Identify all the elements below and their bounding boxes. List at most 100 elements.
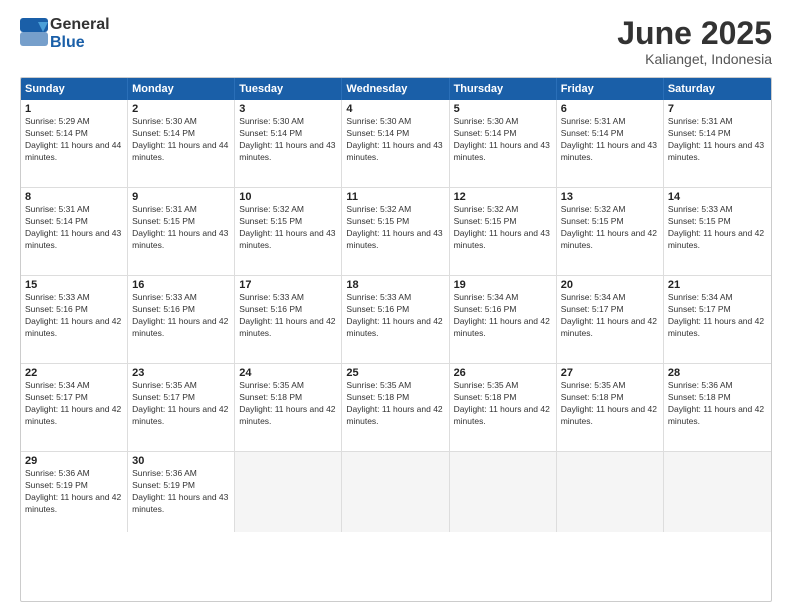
- day-5: 5Sunrise: 5:30 AMSunset: 5:14 PMDaylight…: [450, 100, 557, 187]
- day-info-12: Sunrise: 5:32 AMSunset: 5:15 PMDaylight:…: [454, 204, 552, 252]
- day-11: 11Sunrise: 5:32 AMSunset: 5:15 PMDayligh…: [342, 188, 449, 275]
- day-num-1: 1: [25, 103, 123, 115]
- day-28: 28Sunrise: 5:36 AMSunset: 5:18 PMDayligh…: [664, 364, 771, 451]
- day-info-6: Sunrise: 5:31 AMSunset: 5:14 PMDaylight:…: [561, 116, 659, 164]
- day-num-28: 28: [668, 367, 767, 379]
- day-10: 10Sunrise: 5:32 AMSunset: 5:15 PMDayligh…: [235, 188, 342, 275]
- header-wednesday: Wednesday: [342, 78, 449, 100]
- day-info-15: Sunrise: 5:33 AMSunset: 5:16 PMDaylight:…: [25, 292, 123, 340]
- day-29: 29Sunrise: 5:36 AMSunset: 5:19 PMDayligh…: [21, 452, 128, 532]
- logo-general: General: [50, 16, 110, 33]
- header-monday: Monday: [128, 78, 235, 100]
- day-info-22: Sunrise: 5:34 AMSunset: 5:17 PMDaylight:…: [25, 380, 123, 428]
- day-num-12: 12: [454, 191, 552, 203]
- day-info-17: Sunrise: 5:33 AMSunset: 5:16 PMDaylight:…: [239, 292, 337, 340]
- week-row-4: 22Sunrise: 5:34 AMSunset: 5:17 PMDayligh…: [21, 364, 771, 452]
- empty-cell: [450, 452, 557, 532]
- calendar-header: Sunday Monday Tuesday Wednesday Thursday…: [21, 78, 771, 100]
- day-num-17: 17: [239, 279, 337, 291]
- location-title: Kalianget, Indonesia: [617, 51, 772, 67]
- day-15: 15Sunrise: 5:33 AMSunset: 5:16 PMDayligh…: [21, 276, 128, 363]
- day-30: 30Sunrise: 5:36 AMSunset: 5:19 PMDayligh…: [128, 452, 235, 532]
- day-17: 17Sunrise: 5:33 AMSunset: 5:16 PMDayligh…: [235, 276, 342, 363]
- day-23: 23Sunrise: 5:35 AMSunset: 5:17 PMDayligh…: [128, 364, 235, 451]
- day-7: 7Sunrise: 5:31 AMSunset: 5:14 PMDaylight…: [664, 100, 771, 187]
- day-4: 4Sunrise: 5:30 AMSunset: 5:14 PMDaylight…: [342, 100, 449, 187]
- day-num-26: 26: [454, 367, 552, 379]
- title-section: June 2025 Kalianget, Indonesia: [617, 16, 772, 67]
- day-num-8: 8: [25, 191, 123, 203]
- day-21: 21Sunrise: 5:34 AMSunset: 5:17 PMDayligh…: [664, 276, 771, 363]
- day-info-21: Sunrise: 5:34 AMSunset: 5:17 PMDaylight:…: [668, 292, 767, 340]
- day-24: 24Sunrise: 5:35 AMSunset: 5:18 PMDayligh…: [235, 364, 342, 451]
- day-info-13: Sunrise: 5:32 AMSunset: 5:15 PMDaylight:…: [561, 204, 659, 252]
- day-16: 16Sunrise: 5:33 AMSunset: 5:16 PMDayligh…: [128, 276, 235, 363]
- day-num-24: 24: [239, 367, 337, 379]
- day-num-23: 23: [132, 367, 230, 379]
- day-num-5: 5: [454, 103, 552, 115]
- day-26: 26Sunrise: 5:35 AMSunset: 5:18 PMDayligh…: [450, 364, 557, 451]
- month-title: June 2025: [617, 16, 772, 51]
- empty-cell: [664, 452, 771, 532]
- week-row-3: 15Sunrise: 5:33 AMSunset: 5:16 PMDayligh…: [21, 276, 771, 364]
- empty-cell: [342, 452, 449, 532]
- day-num-30: 30: [132, 455, 230, 467]
- day-14: 14Sunrise: 5:33 AMSunset: 5:15 PMDayligh…: [664, 188, 771, 275]
- day-info-7: Sunrise: 5:31 AMSunset: 5:14 PMDaylight:…: [668, 116, 767, 164]
- day-info-1: Sunrise: 5:29 AMSunset: 5:14 PMDaylight:…: [25, 116, 123, 164]
- logo-icon: [20, 18, 48, 46]
- day-num-18: 18: [346, 279, 444, 291]
- day-info-3: Sunrise: 5:30 AMSunset: 5:14 PMDaylight:…: [239, 116, 337, 164]
- day-num-27: 27: [561, 367, 659, 379]
- logo: General Blue: [20, 16, 110, 52]
- day-num-6: 6: [561, 103, 659, 115]
- day-info-19: Sunrise: 5:34 AMSunset: 5:16 PMDaylight:…: [454, 292, 552, 340]
- day-info-28: Sunrise: 5:36 AMSunset: 5:18 PMDaylight:…: [668, 380, 767, 428]
- day-num-7: 7: [668, 103, 767, 115]
- day-num-19: 19: [454, 279, 552, 291]
- header-thursday: Thursday: [450, 78, 557, 100]
- header-sunday: Sunday: [21, 78, 128, 100]
- day-3: 3Sunrise: 5:30 AMSunset: 5:14 PMDaylight…: [235, 100, 342, 187]
- day-num-9: 9: [132, 191, 230, 203]
- day-num-3: 3: [239, 103, 337, 115]
- day-num-16: 16: [132, 279, 230, 291]
- day-info-25: Sunrise: 5:35 AMSunset: 5:18 PMDaylight:…: [346, 380, 444, 428]
- day-19: 19Sunrise: 5:34 AMSunset: 5:16 PMDayligh…: [450, 276, 557, 363]
- day-info-24: Sunrise: 5:35 AMSunset: 5:18 PMDaylight:…: [239, 380, 337, 428]
- day-1: 1Sunrise: 5:29 AMSunset: 5:14 PMDaylight…: [21, 100, 128, 187]
- day-info-10: Sunrise: 5:32 AMSunset: 5:15 PMDaylight:…: [239, 204, 337, 252]
- day-9: 9Sunrise: 5:31 AMSunset: 5:15 PMDaylight…: [128, 188, 235, 275]
- day-num-4: 4: [346, 103, 444, 115]
- day-info-4: Sunrise: 5:30 AMSunset: 5:14 PMDaylight:…: [346, 116, 444, 164]
- day-12: 12Sunrise: 5:32 AMSunset: 5:15 PMDayligh…: [450, 188, 557, 275]
- day-27: 27Sunrise: 5:35 AMSunset: 5:18 PMDayligh…: [557, 364, 664, 451]
- day-num-22: 22: [25, 367, 123, 379]
- day-info-20: Sunrise: 5:34 AMSunset: 5:17 PMDaylight:…: [561, 292, 659, 340]
- day-info-23: Sunrise: 5:35 AMSunset: 5:17 PMDaylight:…: [132, 380, 230, 428]
- day-info-8: Sunrise: 5:31 AMSunset: 5:14 PMDaylight:…: [25, 204, 123, 252]
- day-18: 18Sunrise: 5:33 AMSunset: 5:16 PMDayligh…: [342, 276, 449, 363]
- day-info-14: Sunrise: 5:33 AMSunset: 5:15 PMDaylight:…: [668, 204, 767, 252]
- day-20: 20Sunrise: 5:34 AMSunset: 5:17 PMDayligh…: [557, 276, 664, 363]
- day-num-15: 15: [25, 279, 123, 291]
- day-info-27: Sunrise: 5:35 AMSunset: 5:18 PMDaylight:…: [561, 380, 659, 428]
- header-saturday: Saturday: [664, 78, 771, 100]
- day-num-14: 14: [668, 191, 767, 203]
- header-friday: Friday: [557, 78, 664, 100]
- week-row-2: 8Sunrise: 5:31 AMSunset: 5:14 PMDaylight…: [21, 188, 771, 276]
- day-25: 25Sunrise: 5:35 AMSunset: 5:18 PMDayligh…: [342, 364, 449, 451]
- day-info-18: Sunrise: 5:33 AMSunset: 5:16 PMDaylight:…: [346, 292, 444, 340]
- day-info-16: Sunrise: 5:33 AMSunset: 5:16 PMDaylight:…: [132, 292, 230, 340]
- day-8: 8Sunrise: 5:31 AMSunset: 5:14 PMDaylight…: [21, 188, 128, 275]
- page: General Blue June 2025 Kalianget, Indone…: [0, 0, 792, 612]
- day-num-10: 10: [239, 191, 337, 203]
- empty-cell: [235, 452, 342, 532]
- day-num-2: 2: [132, 103, 230, 115]
- day-num-25: 25: [346, 367, 444, 379]
- day-13: 13Sunrise: 5:32 AMSunset: 5:15 PMDayligh…: [557, 188, 664, 275]
- day-info-9: Sunrise: 5:31 AMSunset: 5:15 PMDaylight:…: [132, 204, 230, 252]
- header-tuesday: Tuesday: [235, 78, 342, 100]
- day-info-2: Sunrise: 5:30 AMSunset: 5:14 PMDaylight:…: [132, 116, 230, 164]
- day-num-21: 21: [668, 279, 767, 291]
